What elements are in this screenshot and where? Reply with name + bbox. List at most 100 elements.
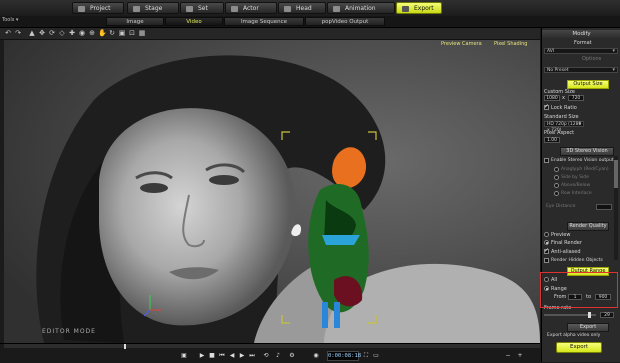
export-icon xyxy=(402,6,409,12)
zoom-icon[interactable]: ⊕ xyxy=(88,29,96,37)
stereo-row-radio[interactable] xyxy=(554,191,559,196)
preview-label: Preview xyxy=(551,232,571,238)
stereo-side-radio[interactable] xyxy=(554,175,559,180)
pixel-shading-link[interactable]: Pixel Shading xyxy=(494,41,527,47)
tab-set[interactable]: Set xyxy=(180,2,224,14)
select-icon[interactable]: ▲ xyxy=(28,29,36,37)
subtab-image-sequence[interactable]: Image Sequence xyxy=(224,17,304,26)
render-quality-section[interactable]: Render Quality xyxy=(567,222,609,231)
main-tab-bar: Project Stage Set Actor Head Animation E… xyxy=(0,0,620,17)
viewport[interactable]: EDITOR MODE xyxy=(4,40,540,343)
fullscreen-icon[interactable]: ⛶ xyxy=(362,352,370,359)
panel-scrollbar-thumb[interactable] xyxy=(614,160,618,188)
export-alpha-label: Export alpha video only xyxy=(547,333,601,338)
snap-icon[interactable]: ✚ xyxy=(68,29,76,37)
orbit-icon[interactable]: ↻ xyxy=(108,29,116,37)
subtab-popvideo-output[interactable]: popVideo Output xyxy=(305,17,385,26)
standard-size-label: Standard Size xyxy=(544,114,579,120)
scene-render xyxy=(4,40,540,343)
export-section[interactable]: Export xyxy=(567,323,609,332)
tools-menu[interactable]: Tools ▾ xyxy=(2,17,18,23)
stereo-row-label: Row Interlace xyxy=(561,191,592,196)
timeline-track[interactable] xyxy=(4,344,540,348)
zoom-out-icon[interactable]: − xyxy=(504,352,512,359)
editor-mode-label: EDITOR MODE xyxy=(42,328,96,335)
timeline-playhead[interactable] xyxy=(124,344,126,349)
anti-aliased-checkbox[interactable] xyxy=(544,247,549,254)
preset-select[interactable]: No Preset xyxy=(544,67,618,73)
lock-ratio-label: Lock Ratio xyxy=(551,105,577,111)
prev-key-icon[interactable]: ⏮ xyxy=(218,352,226,359)
move-icon[interactable]: ✥ xyxy=(38,29,46,37)
stereo-above-label: Above/Below xyxy=(561,183,591,188)
stereo-anaglyph-radio[interactable] xyxy=(554,167,559,172)
actor-icon xyxy=(231,6,238,12)
timecode-display: 0:00:08:18 xyxy=(327,351,362,361)
render-hidden-checkbox[interactable] xyxy=(544,258,549,263)
stop-icon[interactable]: ■ xyxy=(208,352,216,359)
zoom-in-icon[interactable]: + xyxy=(516,352,524,359)
height-field[interactable]: 720 xyxy=(568,95,584,101)
prev-frame-icon[interactable]: ◀ xyxy=(228,352,236,359)
camera-icon[interactable]: ◉ xyxy=(312,352,320,359)
lock-ratio-checkbox[interactable] xyxy=(544,103,549,110)
subtab-video[interactable]: Video xyxy=(165,17,223,26)
fit-icon[interactable]: ▣ xyxy=(118,29,126,37)
undo-icon[interactable]: ↶ xyxy=(4,29,12,37)
frame-rate-slider-thumb[interactable] xyxy=(588,312,591,318)
render-hidden-label: Render Hidden Objects xyxy=(551,258,603,263)
tab-project[interactable]: Project xyxy=(72,2,124,14)
export-sub-tab-bar: Image Video Image Sequence popVideo Outp… xyxy=(0,16,620,28)
output-size-section[interactable]: Output Size xyxy=(567,80,609,89)
viewport-toolbar: ↶ ↷ ▲ ✥ ⟳ ◇ ✚ ◉ ⊕ ✋ ↻ ▣ ⊡ ▦ xyxy=(0,28,540,40)
volume-icon[interactable]: ♪ xyxy=(274,352,282,359)
eye-distance-field[interactable] xyxy=(596,204,612,210)
camera-icon[interactable]: ◉ xyxy=(78,29,86,37)
next-frame-icon[interactable]: ▶ xyxy=(238,352,246,359)
tab-animation[interactable]: Animation xyxy=(327,2,395,14)
options-button[interactable]: Options xyxy=(582,56,601,62)
tab-head[interactable]: Head xyxy=(278,2,326,14)
layout-icon[interactable]: ▭ xyxy=(372,352,380,359)
settings-icon[interactable]: ⚙ xyxy=(288,352,296,359)
pixel-aspect-label: Pixel Aspect xyxy=(544,130,575,136)
pan-icon[interactable]: ✋ xyxy=(98,29,107,37)
pixel-aspect-field[interactable]: 1.00 xyxy=(544,137,560,143)
stereo-above-radio[interactable] xyxy=(554,183,559,188)
enable-stereo-checkbox[interactable] xyxy=(544,158,549,163)
frame-icon[interactable]: ⊡ xyxy=(128,29,136,37)
stereo-anaglyph-label: Anaglyph (Red/Cyan) xyxy=(561,167,609,172)
next-key-icon[interactable]: ⏭ xyxy=(248,352,256,359)
subtab-image[interactable]: Image xyxy=(106,17,164,26)
tab-stage[interactable]: Stage xyxy=(127,2,179,14)
frame-rate-field[interactable]: 29 xyxy=(600,312,614,318)
panel-title: Modify xyxy=(542,30,620,38)
stage-icon xyxy=(133,6,140,12)
enable-stereo-label: Enable Stereo Vision output xyxy=(551,158,614,163)
eye-distance-label: Eye Distance xyxy=(546,204,576,209)
export-button[interactable]: Export xyxy=(556,342,602,353)
scale-icon[interactable]: ◇ xyxy=(58,29,66,37)
head-icon xyxy=(284,6,291,12)
preview-radio[interactable] xyxy=(544,232,549,237)
tab-export[interactable]: Export xyxy=(396,2,442,14)
width-field[interactable]: 1080 xyxy=(544,95,560,101)
loop-icon[interactable]: ⟲ xyxy=(262,352,270,359)
rotate-icon[interactable]: ⟳ xyxy=(48,29,56,37)
record-icon[interactable]: ▣ xyxy=(180,352,188,359)
redo-icon[interactable]: ↷ xyxy=(14,29,22,37)
stereo-side-label: Side by Side xyxy=(561,175,589,180)
anti-aliased-label: Anti-aliased xyxy=(551,249,581,255)
standard-size-select[interactable]: HD 720p (1280 x 720) xyxy=(544,121,584,133)
format-select[interactable]: AVI xyxy=(544,48,618,54)
set-icon xyxy=(186,6,193,12)
animation-icon xyxy=(333,6,340,12)
preview-camera-link[interactable]: Preview Camera xyxy=(441,41,482,47)
final-render-radio[interactable] xyxy=(544,240,549,245)
stereo-vision-section[interactable]: 3D Stereo Vision xyxy=(560,147,614,156)
format-label: Format xyxy=(574,40,592,46)
final-render-label: Final Render xyxy=(551,240,582,246)
play-icon[interactable]: ▶ xyxy=(198,352,206,359)
tab-actor[interactable]: Actor xyxy=(225,2,277,14)
grid-icon[interactable]: ▦ xyxy=(138,29,146,37)
